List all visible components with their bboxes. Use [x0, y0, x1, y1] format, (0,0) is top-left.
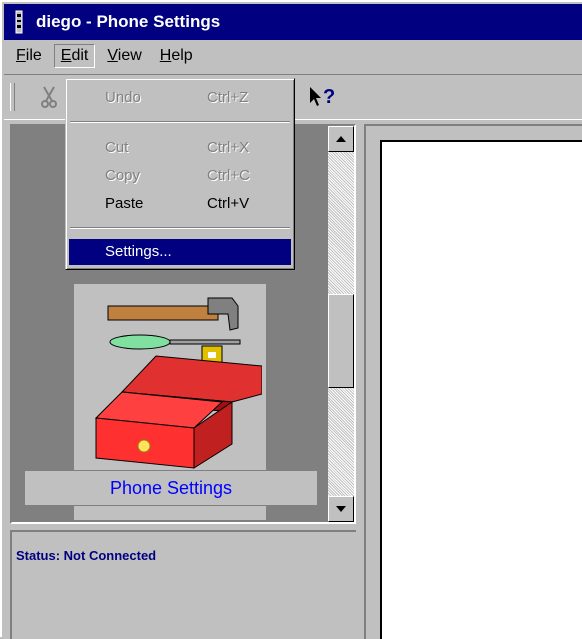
main-window: diego - Phone Settings File Edit View He… — [0, 0, 582, 639]
scissors-icon[interactable] — [38, 85, 60, 109]
menu-item-paste[interactable]: Paste Ctrl+V — [69, 191, 291, 217]
menu-item-accel: Ctrl+C — [207, 167, 250, 184]
menu-item-accel: Ctrl+X — [207, 139, 250, 156]
menu-item-undo[interactable]: Undo Ctrl+Z — [69, 85, 291, 111]
menu-item-label: Paste — [105, 195, 144, 212]
tile-label: Phone Settings — [109, 477, 233, 498]
menu-item-cut[interactable]: Cut Ctrl+X — [69, 135, 291, 161]
menu-file[interactable]: File — [10, 45, 48, 67]
menu-item-label: Copy — [105, 167, 141, 184]
window-title: diego - Phone Settings — [36, 12, 221, 31]
title-bar[interactable]: diego - Phone Settings — [4, 4, 582, 40]
menu-item-settings[interactable]: Settings... — [69, 239, 291, 265]
menu-help[interactable]: Help — [154, 45, 199, 67]
tile-background — [74, 284, 266, 470]
help-pointer-icon[interactable]: ? — [308, 85, 338, 111]
menu-view[interactable]: View — [101, 45, 147, 67]
svg-text:?: ? — [323, 86, 335, 108]
status-text: Status: Not Connected — [16, 548, 157, 563]
menu-item-copy[interactable]: Copy Ctrl+C — [69, 163, 291, 189]
arrow-down-icon — [336, 506, 346, 512]
status-pane: Status: Not Connected — [10, 530, 356, 639]
menu-item-label: Undo — [105, 89, 141, 106]
toolbox-icon — [94, 297, 262, 469]
toolbar-grip[interactable] — [10, 83, 15, 111]
right-pane — [364, 124, 582, 639]
menu-item-accel: Ctrl+V — [207, 195, 250, 212]
arrow-up-icon — [336, 136, 346, 142]
edit-menu-dropdown: Undo Ctrl+Z Cut Ctrl+X Copy Ctrl+C Paste… — [65, 78, 295, 270]
content-area[interactable] — [380, 140, 582, 639]
phone-settings-tile[interactable]: Phone Settings — [24, 284, 318, 520]
scroll-down-button[interactable] — [328, 496, 354, 522]
menu-item-accel: Ctrl+Z — [207, 89, 249, 106]
tile-label-strip[interactable]: Phone Settings — [24, 470, 318, 506]
phone-app-icon — [10, 10, 28, 34]
menu-separator — [70, 227, 290, 229]
menu-bar: File Edit View Help — [4, 42, 582, 70]
menu-edit[interactable]: Edit — [53, 44, 96, 68]
scroll-thumb[interactable] — [328, 294, 354, 388]
menu-separator — [70, 121, 290, 123]
menu-item-label: Settings... — [105, 243, 172, 260]
left-pane-scrollbar[interactable] — [328, 126, 354, 522]
scroll-up-button[interactable] — [328, 126, 354, 152]
menu-item-label: Cut — [105, 139, 129, 156]
